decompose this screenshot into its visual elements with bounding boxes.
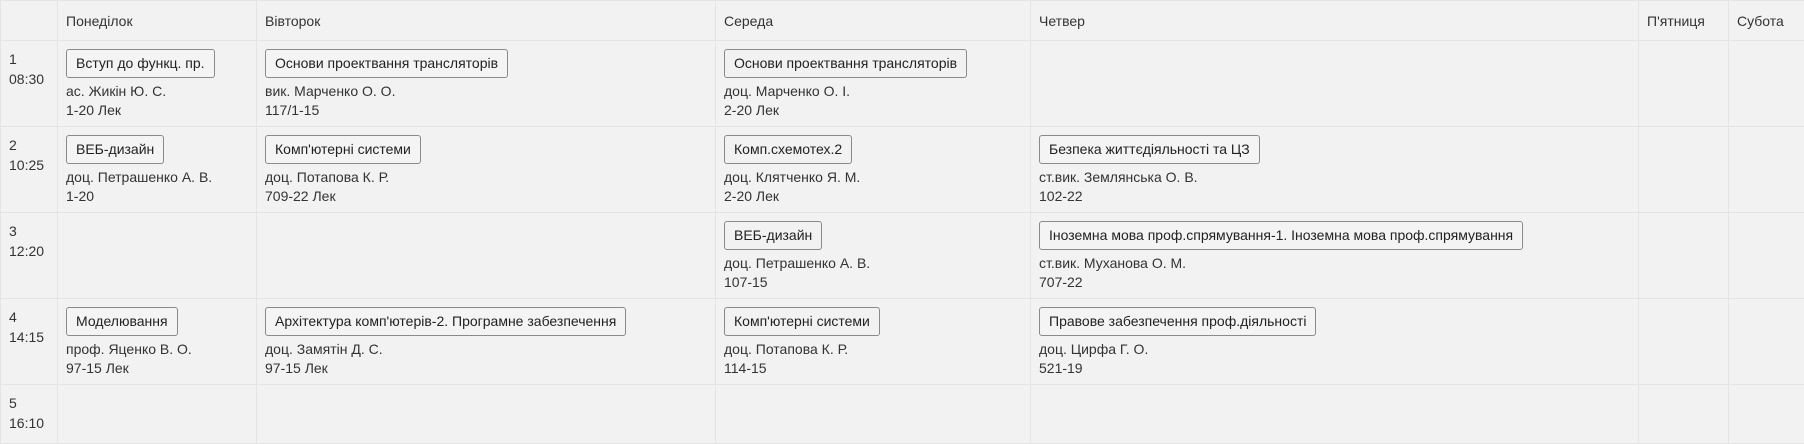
lesson-subject-button[interactable]: Іноземна мова проф.спрямування-1. Інозем…	[1039, 221, 1523, 250]
lesson-teacher: проф. Яценко В. О.	[66, 340, 256, 359]
lesson-subject-button[interactable]: Основи проектвання трансляторів	[265, 49, 508, 78]
lesson-row: 210:25 ВЕБ-дизайн доц. Петрашенко А. В.1-2…	[1, 127, 1804, 213]
schedule-cell-thursday: Правове забезпечення проф.діяльності доц.…	[1031, 299, 1639, 385]
corner-cell	[1, 1, 58, 41]
schedule-cell-tuesday	[257, 213, 716, 299]
lesson-time-cell: 414:15	[1, 299, 58, 385]
schedule-cell-friday	[1639, 385, 1729, 444]
schedule-cell-friday	[1639, 127, 1729, 213]
schedule-cell-saturday	[1729, 213, 1804, 299]
schedule-cell-friday	[1639, 41, 1729, 127]
lesson-room: 707-22	[1039, 273, 1638, 292]
lesson-number: 3	[9, 221, 57, 241]
lesson-teacher: доц. Петрашенко А. В.	[66, 168, 256, 187]
lesson-room: 97-15 Лек	[265, 359, 715, 378]
lesson-subject-button[interactable]: Моделювання	[66, 307, 178, 336]
schedule-cell-friday	[1639, 213, 1729, 299]
lesson-teacher: доц. Потапова К. Р.	[265, 168, 715, 187]
lesson-teacher: ст.вик. Муханова О. М.	[1039, 254, 1638, 273]
lesson-subject-button[interactable]: Безпека життєдіяльності та ЦЗ	[1039, 135, 1260, 164]
lesson-room: 1-20 Лек	[66, 101, 256, 120]
lesson-room: 521-19	[1039, 359, 1638, 378]
day-header-tuesday: Вівторок	[257, 1, 716, 41]
lesson-row: 516:10	[1, 385, 1804, 444]
schedule-table: Понеділок Вівторок Середа Четвер П'ятниц…	[0, 0, 1804, 444]
schedule-cell-monday	[58, 213, 257, 299]
lesson-time-cell: 516:10	[1, 385, 58, 444]
schedule-cell-wednesday: Основи проектвання трансляторів доц. Марч…	[716, 41, 1031, 127]
day-header-thursday: Четвер	[1031, 1, 1639, 41]
lesson-time: 16:10	[9, 413, 57, 433]
schedule-cell-wednesday: ВЕБ-дизайн доц. Петрашенко А. В.107-15	[716, 213, 1031, 299]
day-header-monday: Понеділок	[58, 1, 257, 41]
lesson-subject-button[interactable]: Комп'ютерні системи	[724, 307, 880, 336]
schedule-cell-saturday	[1729, 127, 1804, 213]
day-header-saturday: Субота	[1729, 1, 1804, 41]
schedule-cell-tuesday	[257, 385, 716, 444]
lesson-subject-button[interactable]: Вступ до функц. пр.	[66, 49, 215, 78]
lesson-subject-button[interactable]: Архітектура комп'ютерів-2. Програмне заб…	[265, 307, 626, 336]
lesson-subject-button[interactable]: ВЕБ-дизайн	[724, 221, 822, 250]
schedule-cell-wednesday: Комп'ютерні системи доц. Потапова К. Р.11…	[716, 299, 1031, 385]
lesson-time: 10:25	[9, 155, 57, 175]
lesson-number: 2	[9, 135, 57, 155]
schedule-cell-monday: Вступ до функц. пр. ас. Жикін Ю. С.1-20 Л…	[58, 41, 257, 127]
lesson-teacher: ст.вик. Землянська О. В.	[1039, 168, 1638, 187]
schedule-cell-thursday: Безпека життєдіяльності та ЦЗ ст.вик. Зем…	[1031, 127, 1639, 213]
schedule-cell-monday	[58, 385, 257, 444]
lesson-subject-button[interactable]: Правове забезпечення проф.діяльності	[1039, 307, 1316, 336]
lesson-room: 117/1-15	[265, 101, 715, 120]
schedule-cell-saturday	[1729, 299, 1804, 385]
schedule-cell-saturday	[1729, 385, 1804, 444]
header-row: Понеділок Вівторок Середа Четвер П'ятниц…	[1, 1, 1804, 41]
lesson-subject-button[interactable]: Комп.схемотех.2	[724, 135, 852, 164]
lesson-room: 107-15	[724, 273, 1030, 292]
lesson-teacher: ас. Жикін Ю. С.	[66, 82, 256, 101]
schedule-cell-saturday	[1729, 41, 1804, 127]
schedule-cell-wednesday	[716, 385, 1031, 444]
schedule-cell-thursday	[1031, 385, 1639, 444]
lesson-subject-button[interactable]: ВЕБ-дизайн	[66, 135, 164, 164]
lesson-row: 108:30 Вступ до функц. пр. ас. Жикін Ю. С.…	[1, 41, 1804, 127]
lesson-room: 1-20	[66, 187, 256, 206]
schedule-cell-monday: ВЕБ-дизайн доц. Петрашенко А. В.1-20	[58, 127, 257, 213]
lesson-teacher: доц. Петрашенко А. В.	[724, 254, 1030, 273]
lesson-number: 5	[9, 393, 57, 413]
lesson-room: 102-22	[1039, 187, 1638, 206]
lesson-number: 1	[9, 49, 57, 69]
lesson-time-cell: 312:20	[1, 213, 58, 299]
lesson-room: 97-15 Лек	[66, 359, 256, 378]
schedule-cell-friday	[1639, 299, 1729, 385]
lesson-room: 2-20 Лек	[724, 101, 1030, 120]
day-header-wednesday: Середа	[716, 1, 1031, 41]
lesson-time: 12:20	[9, 241, 57, 261]
lesson-room: 114-15	[724, 359, 1030, 378]
lesson-number: 4	[9, 307, 57, 327]
lesson-teacher: доц. Марченко О. І.	[724, 82, 1030, 101]
lesson-teacher: доц. Замятін Д. С.	[265, 340, 715, 359]
lesson-subject-button[interactable]: Основи проектвання трансляторів	[724, 49, 967, 78]
schedule-cell-tuesday: Основи проектвання трансляторів вик. Марч…	[257, 41, 716, 127]
schedule-cell-thursday	[1031, 41, 1639, 127]
schedule-cell-monday: Моделювання проф. Яценко В. О.97-15 Лек	[58, 299, 257, 385]
lesson-time-cell: 210:25	[1, 127, 58, 213]
lesson-time: 08:30	[9, 69, 57, 89]
day-header-friday: П'ятниця	[1639, 1, 1729, 41]
lesson-room: 2-20 Лек	[724, 187, 1030, 206]
lesson-teacher: доц. Потапова К. Р.	[724, 340, 1030, 359]
schedule-cell-thursday: Іноземна мова проф.спрямування-1. Інозем…	[1031, 213, 1639, 299]
lesson-row: 312:20 ВЕБ-дизайн доц. Петрашенко А. В.107…	[1, 213, 1804, 299]
schedule-cell-wednesday: Комп.схемотех.2 доц. Клятченко Я. М.2-20 …	[716, 127, 1031, 213]
lesson-teacher: доц. Клятченко Я. М.	[724, 168, 1030, 187]
schedule-cell-tuesday: Архітектура комп'ютерів-2. Програмне заб…	[257, 299, 716, 385]
lesson-time: 14:15	[9, 327, 57, 347]
lesson-subject-button[interactable]: Комп'ютерні системи	[265, 135, 421, 164]
lesson-row: 414:15Моделюванняпроф. Яценко В. О.97-15…	[1, 299, 1804, 385]
lesson-room: 709-22 Лек	[265, 187, 715, 206]
lesson-time-cell: 108:30	[1, 41, 58, 127]
schedule-cell-tuesday: Комп'ютерні системи доц. Потапова К. Р.70…	[257, 127, 716, 213]
schedule-body: 108:30 Вступ до функц. пр. ас. Жикін Ю. С.…	[1, 41, 1804, 444]
lesson-teacher: вик. Марченко О. О.	[265, 82, 715, 101]
lesson-teacher: доц. Цирфа Г. О.	[1039, 340, 1638, 359]
